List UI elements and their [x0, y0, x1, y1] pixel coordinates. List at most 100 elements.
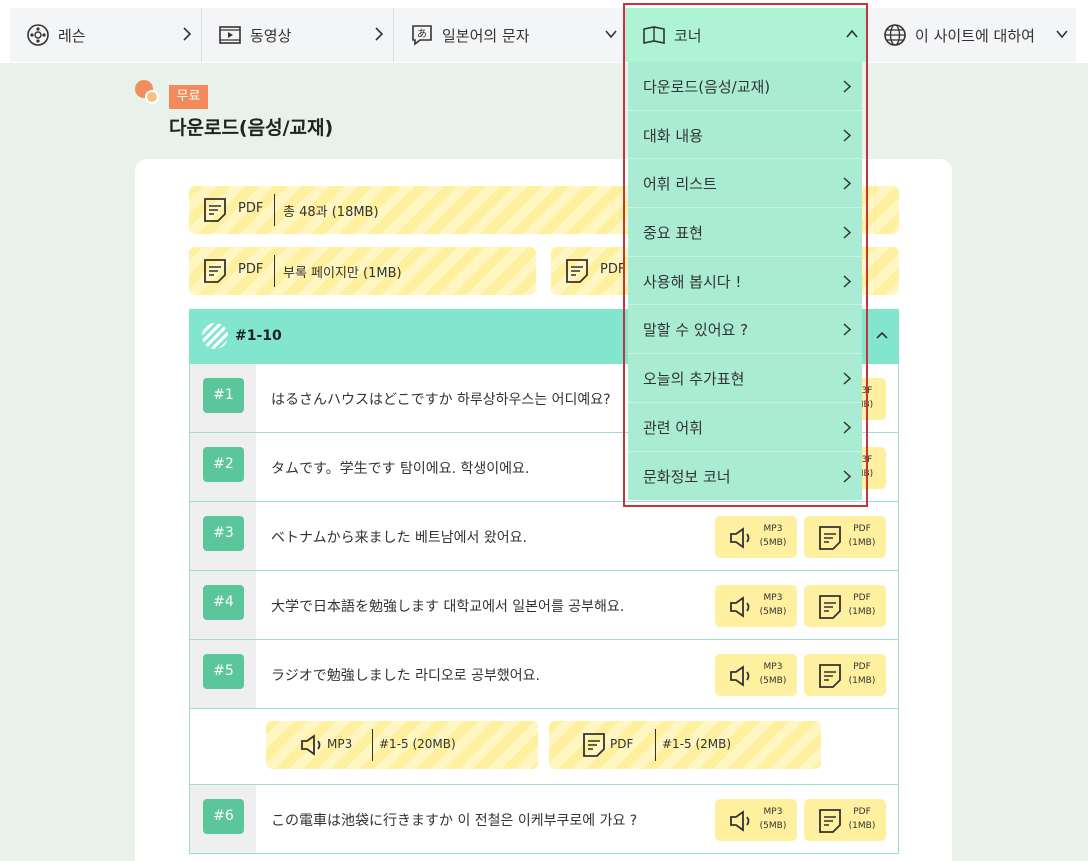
chevron-right-icon — [183, 27, 192, 41]
lesson-title[interactable]: タムです。学生です 탐이에요. 학생이에요. — [271, 458, 529, 478]
nav-item-corner[interactable]: 코너 — [626, 8, 866, 62]
lesson-number: #4 — [203, 585, 244, 620]
file-type: PDF — [853, 524, 871, 534]
chevron-down-icon — [1056, 30, 1068, 39]
chevron-right-icon — [375, 27, 384, 41]
mp3-download-button[interactable]: MP3 (5MB) — [715, 516, 797, 558]
speaker-icon — [730, 810, 750, 832]
speaker-icon — [301, 734, 321, 756]
chevron-right-icon — [843, 421, 851, 434]
menu-item-lets-use[interactable]: 사용해 봅시다 ! — [628, 257, 862, 306]
chevron-right-icon — [843, 80, 851, 93]
pdf-download-button[interactable]: PDF (1MB) — [804, 654, 886, 696]
nav-item-japanese-characters[interactable]: あ 일본어의 문자 — [394, 8, 626, 62]
lesson-number: #3 — [203, 516, 244, 551]
lesson-row: #3 ベトナムから来ました 베트남에서 왔어요. MP3 (5MB) PDF (… — [189, 502, 899, 571]
hatch-icon — [202, 323, 228, 349]
file-size: (5MB) — [759, 607, 787, 617]
lesson-row: #5 ラジオで勉強しました 라디오로 공부했어요. MP3 (5MB) PDF … — [189, 640, 899, 709]
lesson-number: #5 — [203, 654, 244, 689]
chevron-up-icon — [876, 331, 888, 339]
pdf-download-button[interactable]: PDF (1MB) — [804, 516, 886, 558]
document-icon — [819, 809, 841, 833]
chevron-right-icon — [843, 177, 851, 190]
nav-item-lessons[interactable]: 레슨 — [10, 8, 202, 62]
nav-item-about[interactable]: 이 사이트에 대하여 — [866, 8, 1076, 62]
file-size: (5MB) — [759, 538, 787, 548]
file-size: (5MB) — [759, 821, 787, 831]
menu-item-label: 문화정보 코너 — [643, 467, 731, 486]
speaker-icon — [730, 665, 750, 687]
menu-item-culture-corner[interactable]: 문화정보 코너 — [628, 452, 862, 501]
file-size: (1MB) — [848, 607, 876, 617]
pdf-download-button[interactable]: PDF (1MB) — [804, 799, 886, 841]
lesson-title[interactable]: この電車は池袋に行きますか 이 전철은 이케부쿠로에 가요 ? — [271, 810, 637, 830]
download-appendix-pdf-button[interactable]: PDF 부록 페이지만 (1MB) — [189, 247, 536, 295]
file-type: PDF — [238, 201, 264, 216]
lesson-title[interactable]: はるさんハウスはどこですか 하루상하우스는 어디예요? — [271, 389, 611, 409]
file-type: MP3 — [763, 593, 783, 603]
file-info: 총 48과 (18MB) — [283, 205, 379, 220]
file-type: PDF — [853, 593, 871, 603]
document-icon — [819, 595, 841, 619]
menu-item-label: 관련 어휘 — [643, 418, 703, 437]
file-size: (5MB) — [759, 676, 787, 686]
document-icon — [583, 733, 605, 757]
book-icon — [643, 26, 665, 44]
nav-label: 코너 — [674, 27, 702, 45]
lesson-title[interactable]: ラジオで勉強しました 라디오로 공부했어요. — [271, 665, 540, 685]
file-type: PDF — [610, 737, 634, 751]
bundle-pdf-button[interactable]: PDF #1-5 (2MB) — [549, 721, 821, 769]
speaker-icon — [730, 596, 750, 618]
speaker-icon — [730, 527, 750, 549]
file-size: (1MB) — [848, 821, 876, 831]
menu-item-extra-expressions[interactable]: 오늘의 추가표현 — [628, 354, 862, 403]
menu-item-download[interactable]: 다운로드(음성/교재) — [628, 62, 862, 111]
menu-item-label: 다운로드(음성/교재) — [643, 78, 771, 96]
menu-item-key-expressions[interactable]: 중요 표현 — [628, 208, 862, 257]
decoration-dot — [145, 90, 159, 104]
nav-strip: 레슨 동영상 あ 일본어의 문자 코너 이 사이트에 대하여 — [10, 8, 1076, 62]
chevron-right-icon — [843, 226, 851, 239]
nav-label: 일본어의 문자 — [442, 27, 530, 45]
nav-label: 레슨 — [58, 27, 86, 45]
chevron-right-icon — [843, 469, 851, 483]
file-type: PDF — [600, 262, 626, 277]
lesson-title[interactable]: 大学で日本語を勉強します 대학교에서 일본어를 공부해요. — [271, 596, 624, 616]
mp3-download-button[interactable]: MP3 (5MB) — [715, 654, 797, 696]
lesson-row: #6 この電車は池袋に行きますか 이 전철은 이케부쿠로에 가요 ? MP3 (… — [189, 785, 899, 854]
file-type: PDF — [853, 662, 871, 672]
lesson-number: #2 — [203, 447, 244, 482]
bundle-download-row: MP3 #1-5 (20MB) PDF #1-5 (2MB) — [189, 709, 899, 785]
mp3-download-button[interactable]: MP3 (5MB) — [715, 799, 797, 841]
lesson-row: #4 大学で日本語を勉強します 대학교에서 일본어를 공부해요. MP3 (5M… — [189, 571, 899, 640]
lesson-number: #1 — [203, 378, 244, 413]
nav-label: 이 사이트에 대하여 — [915, 27, 1035, 45]
nav-item-videos[interactable]: 동영상 — [202, 8, 394, 62]
mp3-download-button[interactable]: MP3 (5MB) — [715, 585, 797, 627]
document-icon — [819, 664, 841, 688]
menu-item-label: 사용해 봅시다 ! — [643, 272, 742, 291]
lesson-title[interactable]: ベトナムから来ました 베트남에서 왔어요. — [271, 527, 527, 547]
menu-item-dialogue[interactable]: 대화 내용 — [628, 111, 862, 160]
file-type: MP3 — [763, 524, 783, 534]
svg-text:あ: あ — [417, 28, 427, 40]
menu-item-label: 오늘의 추가표현 — [643, 370, 745, 389]
chevron-right-icon — [843, 372, 851, 385]
menu-item-vocabulary[interactable]: 어휘 리스트 — [628, 159, 862, 209]
menu-item-can-you-say[interactable]: 말할 수 있어요 ? — [628, 305, 862, 355]
file-type: MP3 — [327, 737, 353, 751]
video-icon — [219, 26, 241, 44]
lesson-icon — [27, 24, 49, 46]
menu-item-related-vocabulary[interactable]: 관련 어휘 — [628, 403, 862, 452]
file-size: (1MB) — [848, 676, 876, 686]
bundle-mp3-button[interactable]: MP3 #1-5 (20MB) — [266, 721, 538, 769]
chevron-right-icon — [843, 323, 851, 336]
hiragana-icon: あ — [412, 25, 432, 46]
pdf-download-button[interactable]: PDF (1MB) — [804, 585, 886, 627]
chevron-up-icon — [846, 29, 858, 38]
chevron-right-icon — [843, 275, 851, 288]
file-type: PDF — [238, 262, 264, 277]
menu-item-label: 어휘 리스트 — [643, 175, 717, 194]
lesson-number: #6 — [203, 799, 244, 834]
